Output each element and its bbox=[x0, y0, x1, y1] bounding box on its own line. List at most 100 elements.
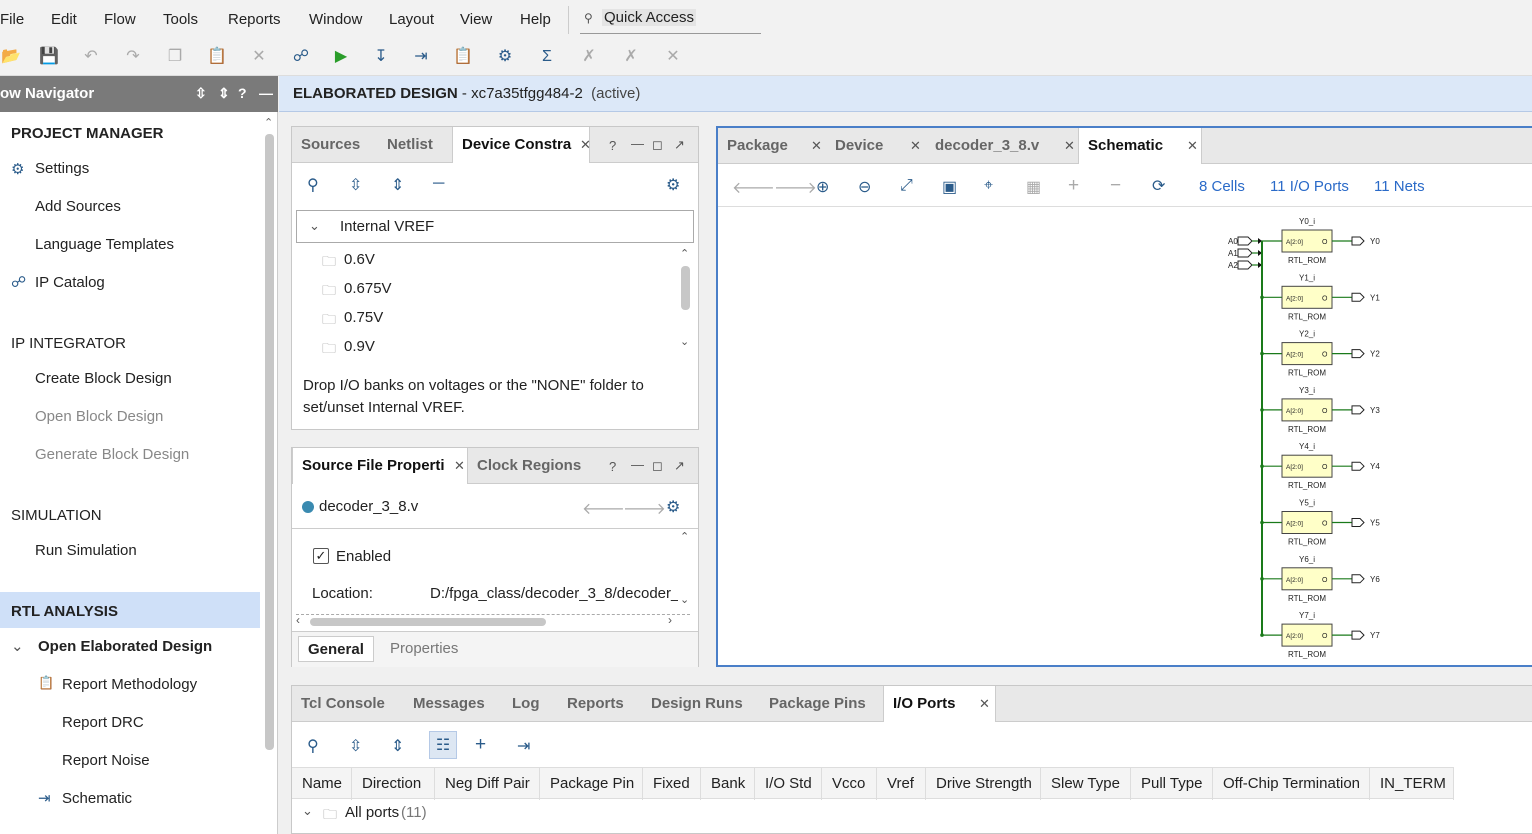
menu-view[interactable]: View bbox=[460, 11, 492, 28]
nav-language-templates[interactable]: Language Templates bbox=[35, 236, 174, 253]
add-icon[interactable]: + bbox=[1068, 175, 1079, 197]
redo-icon[interactable]: ↷ bbox=[122, 46, 144, 68]
expand-all-icon[interactable]: ⇕ bbox=[218, 85, 230, 102]
vref-item[interactable]: 0.9V bbox=[344, 338, 375, 355]
close-icon[interactable]: ✕ bbox=[910, 128, 921, 164]
expand-all-icon[interactable]: ⇕ bbox=[391, 736, 404, 756]
close-icon[interactable]: ✕ bbox=[454, 448, 465, 484]
section-rtl-analysis[interactable]: RTL ANALYSIS bbox=[11, 603, 118, 620]
maximize-icon[interactable]: ◻ bbox=[652, 458, 663, 474]
disabled-tool-1-icon[interactable]: ✗ bbox=[578, 46, 600, 68]
minimize-icon[interactable]: — bbox=[631, 457, 644, 472]
maximize-icon[interactable]: ◻ bbox=[652, 137, 663, 153]
vref-item[interactable]: 0.6V bbox=[344, 251, 375, 268]
help-icon[interactable]: ? bbox=[238, 85, 247, 101]
nav-ip-catalog[interactable]: IP Catalog bbox=[35, 274, 105, 291]
close-icon[interactable]: ✕ bbox=[1064, 128, 1075, 164]
section-ip-integrator[interactable]: IP INTEGRATOR bbox=[11, 335, 126, 352]
col-vref[interactable]: Vref bbox=[877, 768, 926, 800]
col-neg-diff-pair[interactable]: Neg Diff Pair bbox=[435, 768, 540, 800]
settings-gear-icon[interactable]: ⚙ bbox=[666, 497, 680, 517]
forward-arrow-icon[interactable]: 🡒 bbox=[774, 177, 817, 198]
float-icon[interactable]: ↗ bbox=[674, 458, 685, 474]
menu-layout[interactable]: Layout bbox=[389, 11, 434, 28]
nav-report-noise[interactable]: Report Noise bbox=[62, 752, 150, 769]
menu-tools[interactable]: Tools bbox=[163, 11, 198, 28]
tab-device[interactable]: Device ✕ bbox=[826, 128, 924, 164]
tab-reports[interactable]: Reports bbox=[558, 686, 642, 722]
nav-open-elaborated-design[interactable]: Open Elaborated Design bbox=[38, 638, 212, 655]
chevron-down-icon[interactable]: ⌄ bbox=[309, 218, 320, 234]
scroll-up-icon[interactable]: ⌃ bbox=[264, 116, 273, 129]
tab-clock-regions[interactable]: Clock Regions bbox=[468, 448, 588, 484]
scroll-left-icon[interactable]: ‹ bbox=[296, 613, 300, 627]
tab-design-runs[interactable]: Design Runs bbox=[642, 686, 760, 722]
back-arrow-icon[interactable]: 🡐 bbox=[732, 177, 775, 198]
scroll-down-icon[interactable]: ⌄ bbox=[680, 593, 689, 606]
close-icon[interactable]: ✕ bbox=[1187, 128, 1198, 164]
remove-icon[interactable]: − bbox=[1110, 175, 1121, 197]
group-by-icon[interactable]: ☷ bbox=[429, 731, 457, 759]
nav-open-block-design[interactable]: Open Block Design bbox=[35, 408, 163, 425]
scrollbar-thumb[interactable] bbox=[310, 618, 546, 626]
zoom-fit-icon[interactable]: ⤢ bbox=[900, 177, 913, 195]
col-in-term[interactable]: IN_TERM bbox=[1370, 768, 1454, 800]
program-download-icon[interactable]: ↧ bbox=[370, 46, 392, 68]
scroll-down-icon[interactable]: ⌄ bbox=[680, 335, 689, 348]
tab-log[interactable]: Log bbox=[503, 686, 555, 722]
cell-icon[interactable]: ▦ bbox=[1026, 177, 1041, 197]
tab-properties[interactable]: Properties bbox=[390, 640, 458, 657]
search-icon[interactable]: ⚲ bbox=[307, 736, 319, 756]
col-drive-strength[interactable]: Drive Strength bbox=[926, 768, 1041, 800]
quick-access-input[interactable]: Quick Access bbox=[602, 9, 697, 26]
collapse-all-icon[interactable]: ⇳ bbox=[195, 85, 207, 102]
internal-vref-row[interactable]: ⌄ Internal VREF bbox=[296, 210, 694, 243]
zoom-in-icon[interactable]: ⊕ bbox=[816, 177, 829, 197]
settings-gear-icon[interactable]: ⚙ bbox=[666, 175, 680, 195]
tab-sources[interactable]: Sources bbox=[292, 127, 374, 163]
refresh-icon[interactable]: ⟳ bbox=[1152, 176, 1165, 196]
schematic-canvas[interactable]: A0 A1 A2 Y0_i A[2:0] O RTL_ROM Y0 Y1_i A[2:0] O RTL… bbox=[718, 208, 1532, 666]
tab-device-constraints[interactable]: Device Constra ✕ bbox=[452, 127, 591, 163]
disabled-tool-3-icon[interactable]: ✕ bbox=[662, 46, 684, 68]
properties-hscrollbar[interactable]: ‹ › bbox=[296, 613, 690, 628]
vref-scrollbar[interactable]: ⌃ ⌄ bbox=[678, 247, 694, 353]
find-icon[interactable]: ☍ bbox=[290, 46, 312, 68]
menu-reports[interactable]: Reports bbox=[228, 11, 281, 28]
col-slew-type[interactable]: Slew Type bbox=[1041, 768, 1131, 800]
close-icon[interactable]: ✕ bbox=[580, 127, 591, 163]
nav-report-drc[interactable]: Report DRC bbox=[62, 714, 144, 731]
enabled-checkbox[interactable]: ✓ bbox=[313, 548, 329, 564]
tab-source-file-properties[interactable]: Source File Properti ✕ bbox=[292, 448, 468, 484]
paste-icon[interactable]: 📋 bbox=[206, 46, 228, 68]
back-arrow-icon[interactable]: 🡐 bbox=[582, 498, 625, 519]
remove-icon[interactable]: ─ bbox=[433, 175, 444, 193]
menu-file[interactable]: File bbox=[0, 11, 24, 28]
nav-add-sources[interactable]: Add Sources bbox=[35, 198, 121, 215]
expand-all-icon[interactable]: ⇕ bbox=[391, 175, 404, 195]
section-simulation[interactable]: SIMULATION bbox=[11, 507, 102, 524]
nav-run-simulation[interactable]: Run Simulation bbox=[35, 542, 137, 559]
chevron-down-icon[interactable]: ⌄ bbox=[302, 803, 313, 819]
forward-arrow-icon[interactable]: 🡒 bbox=[623, 498, 666, 519]
nav-report-methodology[interactable]: Report Methodology bbox=[62, 676, 197, 693]
cells-count-link[interactable]: 8 Cells bbox=[1199, 178, 1245, 195]
search-icon[interactable]: ⚲ bbox=[307, 175, 319, 195]
run-icon[interactable]: ▶ bbox=[330, 46, 352, 68]
scroll-up-icon[interactable]: ⌃ bbox=[680, 247, 689, 260]
quick-access-search[interactable]: ⚲ Quick Access bbox=[580, 6, 761, 34]
tab-io-ports[interactable]: I/O Ports ✕ bbox=[883, 686, 996, 722]
tab-decoder-source[interactable]: decoder_3_8.v ✕ bbox=[926, 128, 1078, 164]
tab-messages[interactable]: Messages bbox=[404, 686, 500, 722]
col-direction[interactable]: Direction bbox=[352, 768, 435, 800]
menu-edit[interactable]: Edit bbox=[51, 11, 77, 28]
all-ports-row[interactable]: ⌄ 🗀 All ports (11) bbox=[292, 799, 1532, 827]
nav-create-block-design[interactable]: Create Block Design bbox=[35, 370, 172, 387]
tab-general[interactable]: General bbox=[298, 636, 374, 662]
col-bank[interactable]: Bank bbox=[701, 768, 755, 800]
vref-item[interactable]: 0.675V bbox=[344, 280, 392, 297]
menu-help[interactable]: Help bbox=[520, 11, 551, 28]
collapse-all-icon[interactable]: ⇳ bbox=[349, 175, 362, 195]
add-icon[interactable]: + bbox=[475, 734, 486, 756]
tab-package-pins[interactable]: Package Pins bbox=[760, 686, 883, 722]
